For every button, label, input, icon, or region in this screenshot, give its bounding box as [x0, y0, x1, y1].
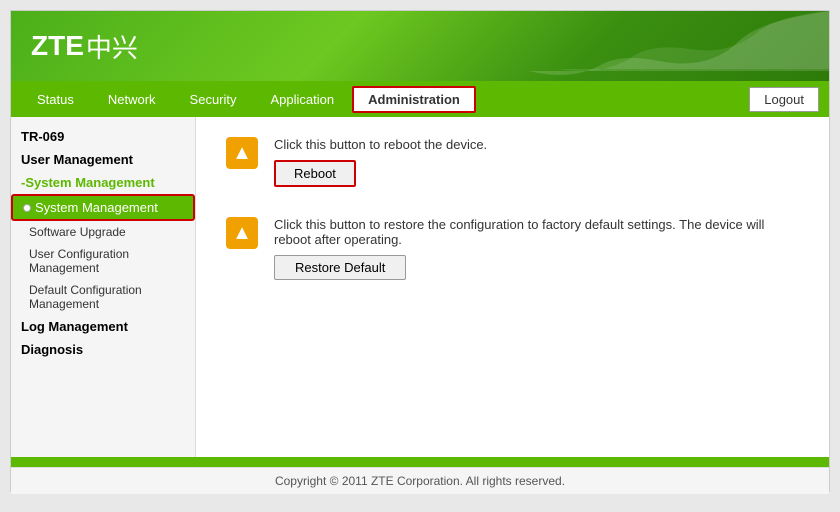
sidebar-item-diagnosis[interactable]: Diagnosis	[11, 338, 195, 361]
reboot-description: Click this button to reboot the device.	[274, 137, 487, 152]
sidebar-item-default-config[interactable]: Default ConfigurationManagement	[11, 279, 195, 315]
main-content: TR-069 User Management -System Managemen…	[11, 117, 829, 457]
reboot-content: Click this button to reboot the device. …	[274, 137, 487, 187]
header-decoration	[479, 11, 829, 81]
navbar: Status Network Security Application Admi…	[11, 81, 829, 117]
tab-status[interactable]: Status	[21, 86, 90, 113]
restore-section: ▲ Click this button to restore the confi…	[226, 217, 799, 280]
page-content: ▲ Click this button to reboot the device…	[196, 117, 829, 457]
reboot-section: ▲ Click this button to reboot the device…	[226, 137, 799, 187]
nav-tabs: Status Network Security Application Admi…	[21, 86, 476, 113]
sidebar: TR-069 User Management -System Managemen…	[11, 117, 196, 457]
logout-button[interactable]: Logout	[749, 87, 819, 112]
tab-network[interactable]: Network	[92, 86, 172, 113]
logo-chinese: 中兴	[86, 28, 138, 65]
warning-icon-reboot: ▲	[226, 137, 258, 169]
sidebar-item-user-config[interactable]: User ConfigurationManagement	[11, 243, 195, 279]
sidebar-item-system-management-header[interactable]: -System Management	[11, 171, 195, 194]
warning-icon-restore: ▲	[226, 217, 258, 249]
restore-default-button[interactable]: Restore Default	[274, 255, 406, 280]
reboot-button-wrap: Reboot	[274, 160, 487, 187]
sidebar-item-user-management[interactable]: User Management	[11, 148, 195, 171]
tab-administration[interactable]: Administration	[352, 86, 476, 113]
sidebar-item-software-upgrade[interactable]: Software Upgrade	[11, 221, 195, 243]
tab-application[interactable]: Application	[255, 86, 351, 113]
restore-description: Click this button to restore the configu…	[274, 217, 799, 247]
logo-zte: ZTE	[31, 30, 84, 62]
sidebar-item-log-management[interactable]: Log Management	[11, 315, 195, 338]
sidebar-item-system-management[interactable]: System Management	[11, 194, 195, 221]
reboot-button[interactable]: Reboot	[274, 160, 356, 187]
bullet-icon	[23, 204, 31, 212]
header: ZTE 中兴	[11, 11, 829, 81]
footer-copyright: Copyright © 2011 ZTE Corporation. All ri…	[11, 467, 829, 494]
restore-content: Click this button to restore the configu…	[274, 217, 799, 280]
sidebar-item-tr069[interactable]: TR-069	[11, 125, 195, 148]
tab-security[interactable]: Security	[174, 86, 253, 113]
footer-bar	[11, 457, 829, 467]
